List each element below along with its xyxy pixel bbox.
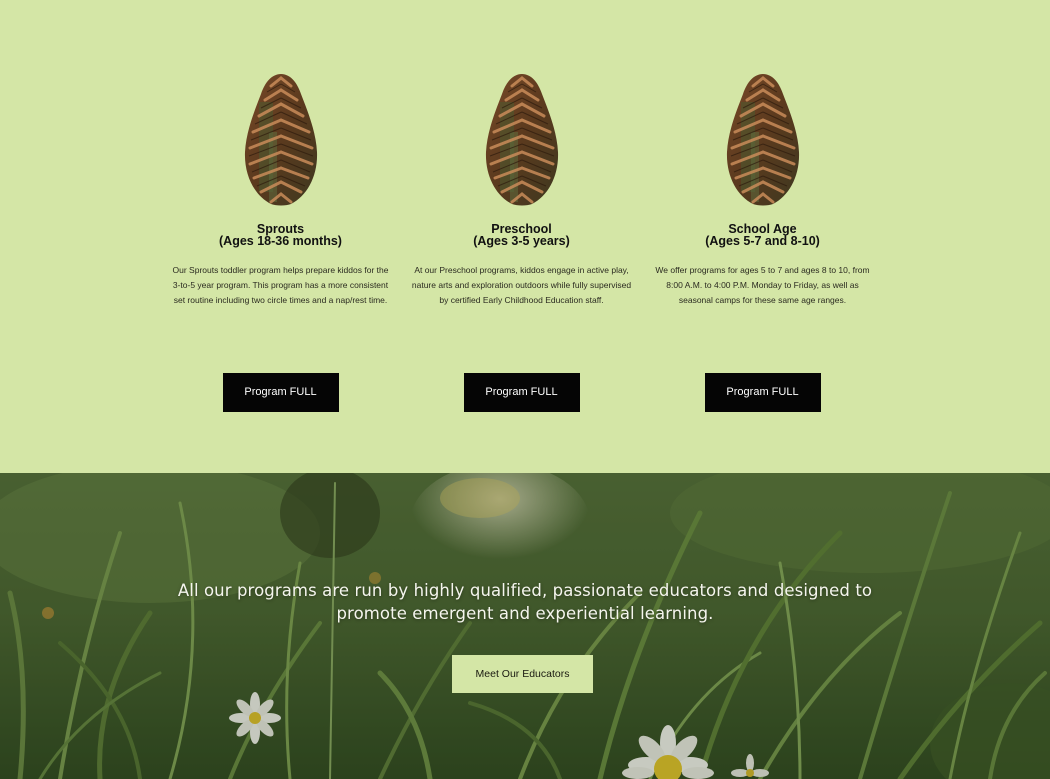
programs-section: Sprouts (Ages 18-36 months) Our Sprouts … [0,0,1050,473]
program-description: Our Sprouts toddler program helps prepar… [172,265,389,306]
program-title: Sprouts (Ages 18-36 months) [160,223,401,248]
program-full-button[interactable]: Program FULL [463,373,580,412]
hero-tagline: All our programs are run by highly quali… [177,581,873,623]
program-description: We offer programs for ages 5 to 7 and ag… [655,265,870,306]
program-title: Preschool (Ages 3-5 years) [401,223,642,248]
program-full-button[interactable]: Program FULL [222,373,339,412]
pinecone-image [244,74,317,206]
program-ages: (Ages 18-36 months) [219,234,342,248]
grass-background-image [0,473,1050,779]
program-card-sprouts: Sprouts (Ages 18-36 months) Our Sprouts … [160,0,401,473]
program-description: At our Preschool programs, kiddos engage… [411,265,632,306]
program-card-school-age: School Age (Ages 5-7 and 8-10) We offer … [642,0,883,473]
educators-hero: All our programs are run by highly quali… [0,473,1050,779]
program-ages: (Ages 5-7 and 8-10) [705,234,820,248]
meet-educators-button[interactable]: Meet Our Educators [452,655,593,693]
pinecone-image [726,74,799,206]
program-title: School Age (Ages 5-7 and 8-10) [642,223,883,248]
program-full-button[interactable]: Program FULL [704,373,821,412]
pinecone-image [485,74,558,206]
program-ages: (Ages 3-5 years) [473,234,570,248]
program-card-preschool: Preschool (Ages 3-5 years) At our Presch… [401,0,642,473]
